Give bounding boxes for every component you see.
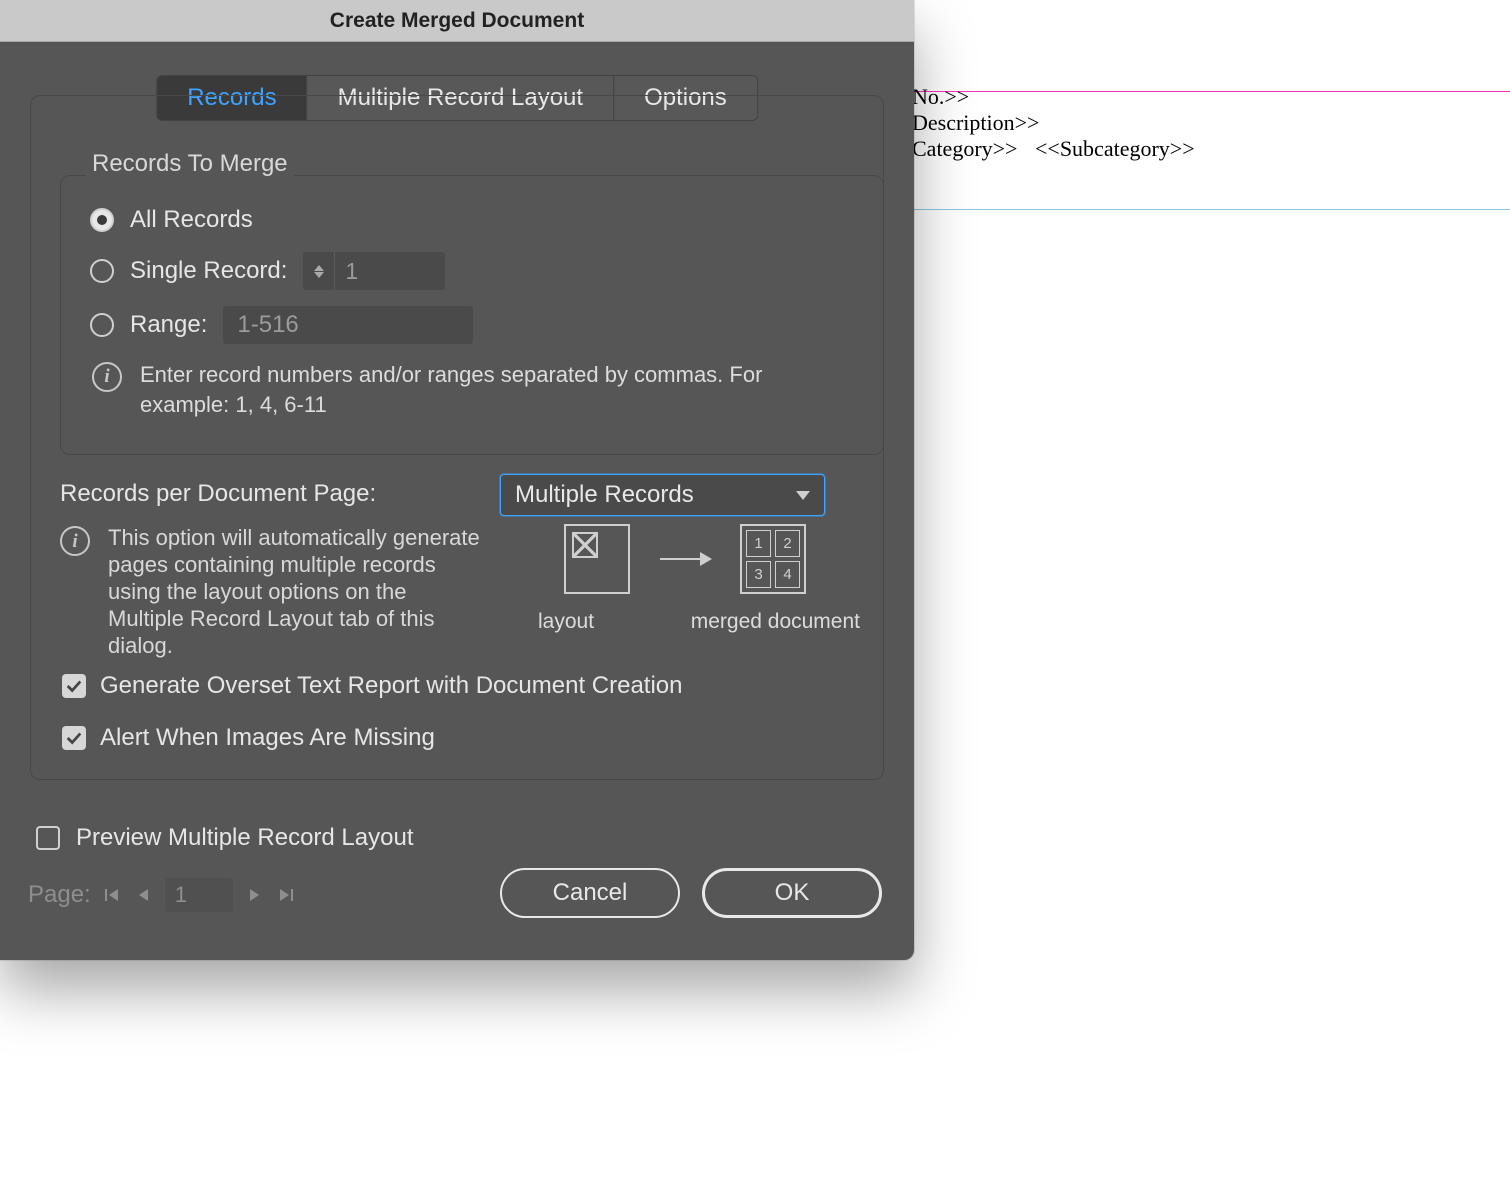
records-per-page-hint-text: This option will automatically generate … <box>108 524 480 659</box>
dialog-title: Create Merged Document <box>0 0 914 42</box>
range-input[interactable] <box>223 306 473 344</box>
diagram-merged-icon: 1234 <box>740 524 806 594</box>
label-overset-report: Generate Overset Text Report with Docume… <box>100 672 683 700</box>
page-label: Page: <box>28 881 91 909</box>
last-page-button[interactable] <box>275 884 297 906</box>
merge-field-description: Description>> <box>912 110 1039 136</box>
cancel-button[interactable]: Cancel <box>500 868 680 918</box>
checkbox-alert-missing-images[interactable] <box>62 726 86 750</box>
range-hint-text: Enter record numbers and/or ranges separ… <box>140 360 834 420</box>
single-record-field <box>303 252 445 290</box>
range-hint-row: i Enter record numbers and/or ranges sep… <box>92 360 834 420</box>
records-per-page-value: Multiple Records <box>515 481 694 509</box>
dialog-buttons: Cancel OK <box>500 868 882 918</box>
label-preview-layout: Preview Multiple Record Layout <box>76 824 414 852</box>
page-number-input[interactable] <box>165 878 233 912</box>
prev-page-button[interactable] <box>133 884 155 906</box>
label-single-record: Single Record: <box>130 257 287 285</box>
first-page-button[interactable] <box>101 884 123 906</box>
single-record-stepper[interactable] <box>303 252 335 290</box>
records-per-page-label: Records per Document Page: <box>60 480 376 508</box>
next-page-icon <box>246 887 262 903</box>
label-alert-missing-images: Alert When Images Are Missing <box>100 724 435 752</box>
merge-field-no: No.>> <box>912 84 969 110</box>
check-icon <box>65 677 83 695</box>
page-navigator: Page: <box>28 878 297 912</box>
chevron-down-icon <box>314 272 324 278</box>
merge-field-category: Category>> <box>912 136 1017 162</box>
info-icon: i <box>92 362 122 392</box>
arrow-right-icon <box>660 558 710 560</box>
layout-diagram: 1234 layout merged document <box>530 524 840 634</box>
first-page-icon <box>104 887 120 903</box>
merge-field-subcategory: <<Subcategory>> <box>1035 136 1195 162</box>
prev-page-icon <box>136 887 152 903</box>
chevron-up-icon <box>314 265 324 271</box>
radio-range[interactable] <box>90 313 114 337</box>
next-page-button[interactable] <box>243 884 265 906</box>
records-to-merge-legend: Records To Merge <box>86 150 294 178</box>
records-per-page-hint: i This option will automatically generat… <box>60 524 480 659</box>
diagram-layout-icon <box>564 524 630 594</box>
radio-single-record[interactable] <box>90 259 114 283</box>
chevron-down-icon <box>796 491 810 500</box>
label-all-records: All Records <box>130 206 253 234</box>
page-margin-guide <box>910 91 1510 92</box>
check-icon <box>65 729 83 747</box>
create-merged-document-dialog: Create Merged Document Records Multiple … <box>0 0 914 960</box>
page-bleed-guide <box>910 0 1510 210</box>
ok-button[interactable]: OK <box>702 868 882 918</box>
last-page-icon <box>278 887 294 903</box>
records-per-page-dropdown[interactable]: Multiple Records <box>500 474 825 516</box>
info-icon: i <box>60 526 90 556</box>
diagram-caption-layout: layout <box>538 610 594 634</box>
single-record-input[interactable] <box>335 258 445 285</box>
checkbox-overset-report[interactable] <box>62 674 86 698</box>
label-range: Range: <box>130 311 207 339</box>
diagram-caption-merged: merged document <box>691 610 860 634</box>
checkbox-preview-layout[interactable] <box>36 826 60 850</box>
radio-all-records[interactable] <box>90 208 114 232</box>
